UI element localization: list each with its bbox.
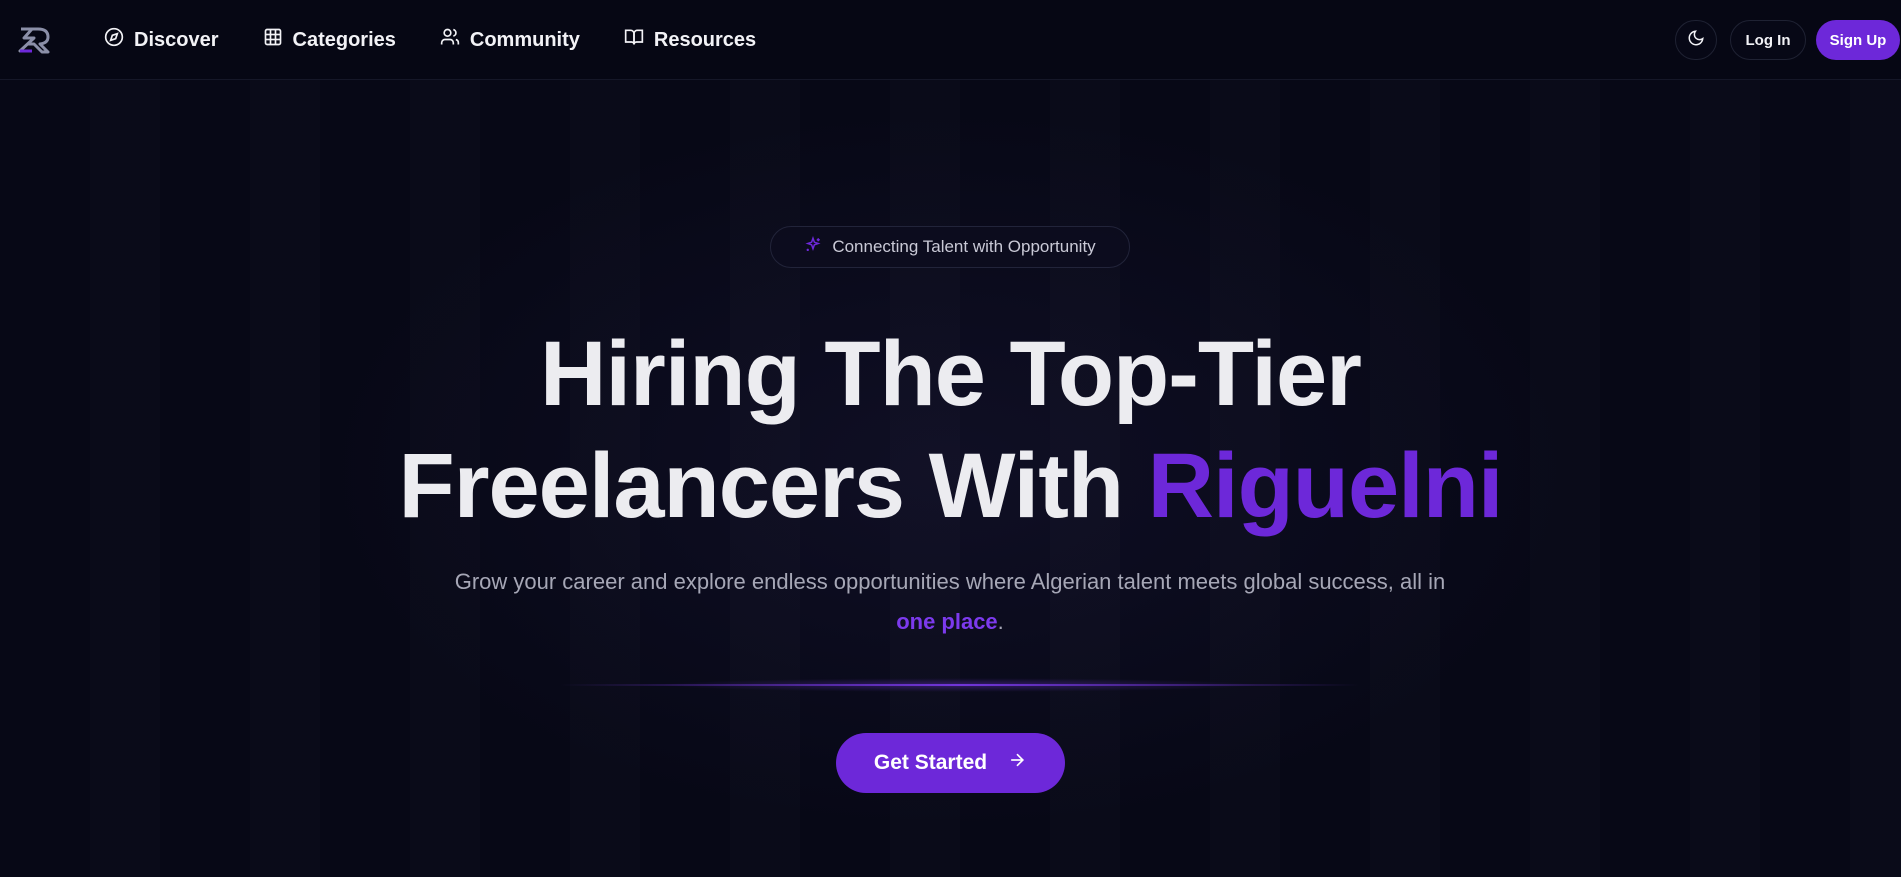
moon-icon [1687,29,1705,52]
hero-subtitle: Grow your career and explore endless opp… [450,562,1450,642]
arrow-right-icon [1007,750,1027,776]
nav-community-label: Community [469,28,580,51]
subtitle-end: . [997,609,1004,634]
main-nav: Discover Categories Community Resources [104,0,800,80]
subtitle-highlight: one place [896,609,998,634]
landing-page: Discover Categories Community Resources [0,0,1901,877]
grid-icon [263,27,283,53]
sparkles-icon [804,235,822,259]
nav-resources[interactable]: Resources [624,27,756,53]
nav-categories[interactable]: Categories [263,27,396,53]
hero-badge: Connecting Talent with Opportunity [770,226,1130,268]
riguelni-logo[interactable] [18,26,56,54]
nav-resources-label: Resources [653,28,757,51]
nav-discover[interactable]: Discover [104,27,219,53]
users-icon [440,27,460,53]
nav-categories-label: Categories [292,28,396,51]
theme-toggle-button[interactable] [1675,20,1717,60]
hero-headline: Hiring The Top-Tier Freelancers With Rig… [0,318,1901,542]
headline-brand: Riguelni [1147,435,1504,537]
book-icon [624,27,644,53]
nav-discover-label: Discover [134,28,219,51]
headline-line-2: Freelancers With [398,435,1148,537]
signup-button[interactable]: Sign Up [1816,20,1900,60]
top-navbar: Discover Categories Community Resources [0,0,1901,80]
headline-line-1: Hiring The Top-Tier [540,323,1362,425]
compass-icon [104,27,124,53]
glow-divider [560,678,1360,692]
get-started-button[interactable]: Get Started [836,733,1065,793]
hero-badge-text: Connecting Talent with Opportunity [832,237,1096,256]
login-button[interactable]: Log In [1730,20,1806,60]
subtitle-text: Grow your career and explore endless opp… [454,569,1446,594]
nav-community[interactable]: Community [440,27,580,53]
get-started-label: Get Started [873,751,988,774]
